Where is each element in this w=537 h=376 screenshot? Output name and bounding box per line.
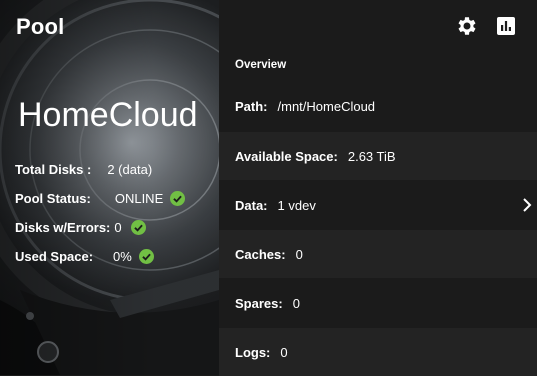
stat-disks-errors: Disks w/Errors: 0	[15, 220, 146, 235]
stat-value: 0	[114, 220, 122, 235]
row-label: Path:	[235, 98, 268, 114]
pool-card: Pool HomeCloud Total Disks : 2 (data) Po…	[0, 0, 537, 376]
panel-shade	[0, 0, 219, 375]
overview-row-path: Path: /mnt/HomeCloud	[219, 82, 537, 130]
chevron-right-icon[interactable]	[521, 197, 533, 213]
row-label: Caches:	[235, 246, 286, 262]
check-circle-icon	[138, 249, 154, 264]
card-title: Pool	[16, 14, 65, 39]
overview-row-logs: Logs: 0	[219, 328, 537, 376]
overview-row-caches: Caches: 0	[219, 230, 537, 278]
stat-pool-status: Pool Status: ONLINE	[15, 191, 186, 206]
stat-label: Used Space:	[15, 249, 94, 264]
check-circle-icon	[130, 220, 146, 235]
bar-chart-icon[interactable]	[494, 14, 518, 38]
row-label: Logs:	[235, 344, 271, 360]
stat-label: Total Disks :	[15, 162, 92, 177]
check-circle-icon	[170, 191, 186, 206]
overview-row-available-space: Available Space: 2.63 TiB	[219, 132, 537, 180]
stat-value: ONLINE	[114, 191, 164, 206]
row-value: /mnt/HomeCloud	[277, 98, 376, 114]
row-value: 1 vdev	[277, 197, 316, 213]
row-value: 2.63 TiB	[347, 148, 396, 164]
stat-total-disks: Total Disks : 2 (data)	[15, 162, 152, 177]
row-value: 0	[292, 295, 300, 311]
row-value: 0	[295, 246, 303, 262]
stat-label: Pool Status:	[15, 191, 91, 206]
stat-label: Disks w/Errors:	[15, 220, 111, 235]
pool-name: HomeCloud	[18, 96, 198, 134]
overview-row-spares: Spares: 0	[219, 279, 537, 327]
overview-panel: Overview Path: /mnt/HomeCloud Available …	[219, 0, 537, 376]
overview-row-data[interactable]: Data: 1 vdev	[219, 181, 537, 229]
row-value: 0	[280, 344, 288, 360]
stat-value: 2 (data)	[107, 162, 153, 177]
pool-summary-panel: Pool HomeCloud Total Disks : 2 (data) Po…	[0, 0, 219, 375]
stat-used-space: Used Space: 0%	[15, 249, 154, 264]
stat-value: 0%	[113, 249, 132, 264]
row-label: Data:	[235, 197, 268, 213]
gear-icon[interactable]	[455, 14, 479, 38]
row-label: Spares:	[235, 295, 283, 311]
row-label: Available Space:	[235, 148, 338, 164]
overview-title: Overview	[235, 59, 287, 71]
